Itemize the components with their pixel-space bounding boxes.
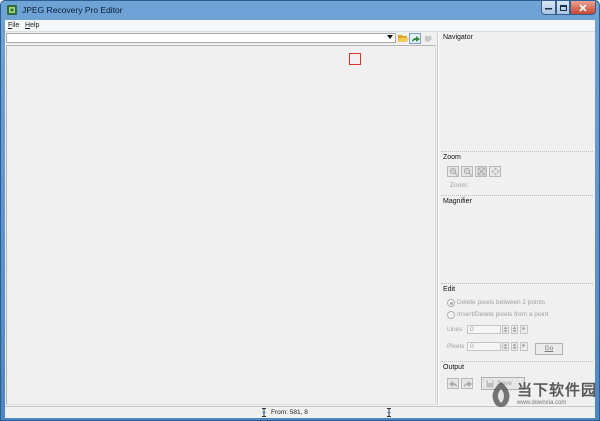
app-icon: [7, 5, 17, 15]
spinner-arrows-icon: [503, 326, 508, 333]
menu-file[interactable]: File: [8, 22, 19, 29]
output-divider: [441, 361, 593, 363]
chevron-down-icon: [387, 35, 393, 39]
client-area: File Help Navigator Zoom Zoom: Magnifier…: [5, 20, 595, 418]
pixels-apply-button[interactable]: [520, 342, 528, 351]
minimize-icon: [545, 8, 552, 10]
edit-divider: [441, 283, 593, 285]
insert-delete-pixels-label[interactable]: Insert/Delete pixels from a point: [457, 311, 548, 318]
zoom-label: Zoom:: [450, 182, 469, 189]
delete-pixels-label[interactable]: Delete pixels between 2 points: [457, 299, 545, 306]
pixels-label: Pixels: [447, 343, 465, 350]
redo-icon: [463, 380, 472, 387]
chevron-right-icon: [522, 326, 526, 331]
watermark-title: 当下软件园: [517, 382, 598, 399]
disabled-tool-icon: [424, 35, 432, 42]
spinner-arrows-icon: [512, 343, 517, 350]
app-window: JPEG Recovery Pro Editor File Help Navig…: [0, 0, 600, 421]
fit-window-icon: [477, 167, 485, 176]
menu-help-rest: elp: [30, 22, 40, 29]
menu-file-rest: ile: [12, 22, 20, 29]
menu-help[interactable]: Help: [25, 22, 39, 29]
navigator-title: Navigator: [443, 34, 473, 41]
fit-window-button[interactable]: [475, 166, 487, 177]
redo-arrow-icon: [411, 35, 420, 42]
i-beam-cursor-icon: [387, 408, 391, 417]
zoom-out-button[interactable]: [461, 166, 473, 177]
path-bar: [6, 33, 436, 44]
status-from: From: 581, 8: [271, 409, 308, 416]
redo-output-button[interactable]: [461, 378, 473, 389]
open-file-button[interactable]: [397, 33, 409, 44]
go-button[interactable]: Go: [535, 343, 563, 355]
maximize-icon: [559, 4, 567, 11]
undo-button[interactable]: [447, 378, 459, 389]
close-button[interactable]: [570, 1, 596, 15]
zoom-in-button[interactable]: [447, 166, 459, 177]
magnifier-title: Magnifier: [443, 198, 472, 205]
actual-size-button[interactable]: [489, 166, 501, 177]
minimize-button[interactable]: [541, 1, 556, 15]
chevron-right-icon: [522, 343, 526, 348]
selection-marker[interactable]: [349, 53, 361, 65]
lines-label: Lines: [447, 326, 463, 333]
delete-pixels-radio[interactable]: [447, 299, 455, 307]
path-dropdown-button[interactable]: [386, 34, 394, 42]
lines-spinner[interactable]: [502, 325, 509, 334]
zoom-divider: [441, 151, 593, 153]
insert-delete-pixels-radio[interactable]: [447, 311, 455, 319]
watermark-logo-icon: [492, 382, 510, 407]
move-icon: [491, 167, 499, 176]
edit-title: Edit: [443, 286, 456, 293]
pixels-value: 0: [470, 343, 474, 350]
window-title: JPEG Recovery Pro Editor: [22, 5, 123, 15]
title-bar[interactable]: JPEG Recovery Pro Editor: [1, 1, 599, 20]
output-title: Output: [443, 364, 465, 371]
zoom-in-icon: [449, 167, 458, 176]
redo-button[interactable]: [409, 33, 421, 44]
open-folder-icon: [397, 35, 409, 42]
watermark-url: www.downxia.com: [517, 400, 567, 406]
i-beam-cursor-icon: [262, 408, 266, 417]
image-canvas[interactable]: [6, 45, 436, 405]
lines-value: 0: [470, 326, 474, 333]
watermark: 当下软件园 www.downxia.com: [485, 376, 597, 420]
zoom-title: Zoom: [443, 154, 461, 161]
menu-bar: File Help: [5, 20, 595, 32]
lines-step-spinner[interactable]: [511, 325, 518, 334]
lines-apply-button[interactable]: [520, 325, 528, 334]
lines-input[interactable]: 0: [467, 325, 501, 334]
spinner-arrows-icon: [503, 343, 508, 350]
close-icon: [579, 3, 587, 12]
pixels-spinner[interactable]: [502, 342, 509, 351]
disabled-tool-button[interactable]: [422, 33, 434, 44]
magnifier-divider: [441, 195, 593, 197]
path-combobox[interactable]: [6, 33, 396, 43]
maximize-button[interactable]: [556, 1, 570, 15]
zoom-out-icon: [463, 167, 472, 176]
pixels-step-spinner[interactable]: [511, 342, 518, 351]
undo-icon: [448, 380, 457, 387]
spinner-arrows-icon: [512, 326, 517, 333]
pixels-input[interactable]: 0: [467, 342, 501, 351]
go-label: Go: [544, 345, 554, 352]
panel-splitter[interactable]: [437, 33, 439, 405]
